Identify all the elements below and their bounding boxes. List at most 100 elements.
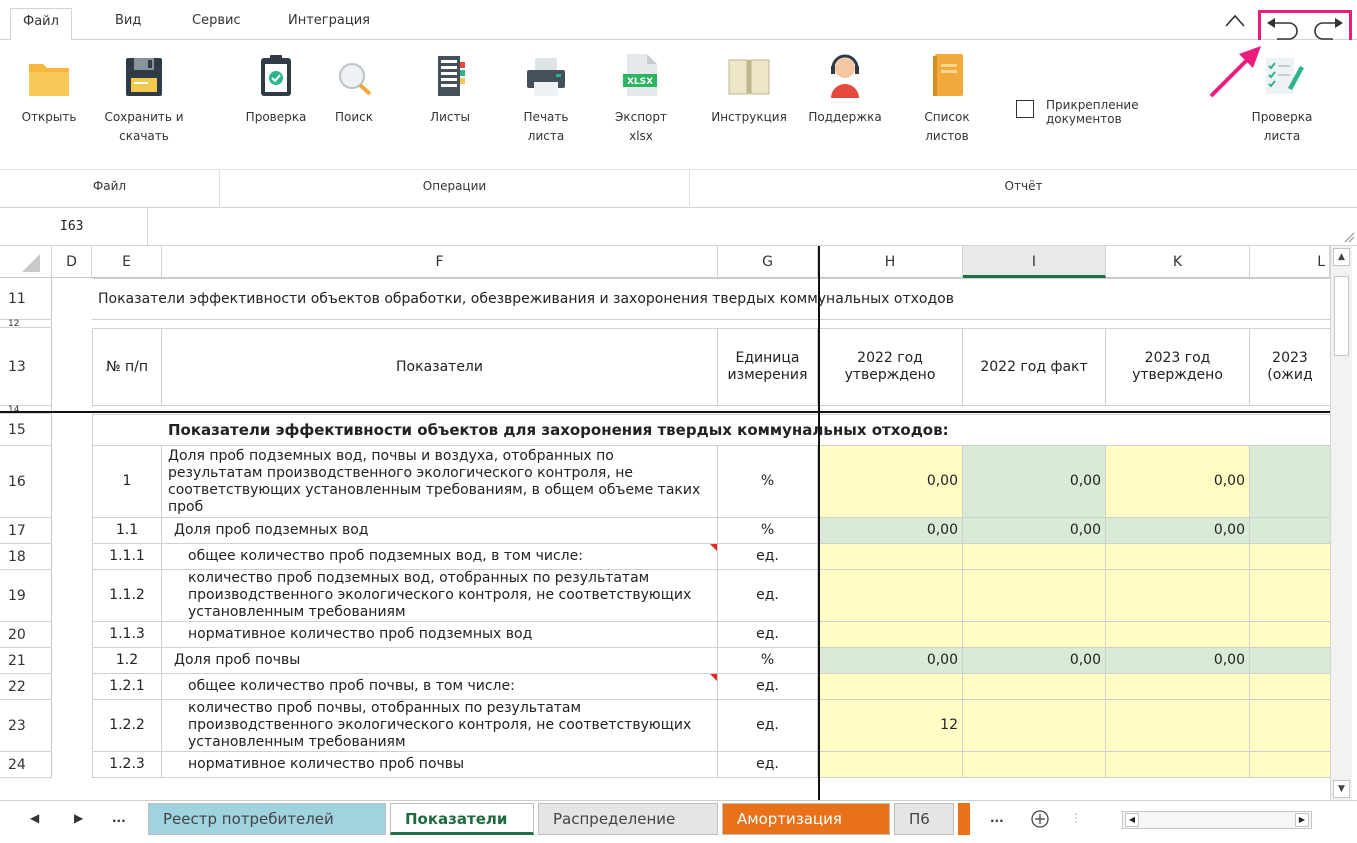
row-header[interactable]: 23 <box>0 700 52 752</box>
scrollbar-thumb[interactable] <box>1334 276 1349 356</box>
value-cell[interactable]: 0,00 <box>963 518 1106 544</box>
row-header[interactable]: 19 <box>0 570 52 622</box>
row-no-cell[interactable]: 1.2 <box>92 648 162 674</box>
unit-cell[interactable]: ед. <box>718 570 818 622</box>
search-button[interactable]: Поиск <box>324 48 384 127</box>
value-cell[interactable] <box>1106 700 1250 752</box>
add-sheet-icon[interactable] <box>1030 809 1050 829</box>
scroll-up-icon[interactable]: ▲ <box>1333 248 1350 266</box>
horizontal-scrollbar[interactable]: ◀ ▶ <box>1122 811 1312 829</box>
redo-icon[interactable] <box>1307 15 1347 41</box>
value-cell[interactable]: 0,00 <box>1106 648 1250 674</box>
attach-checkbox[interactable] <box>1016 100 1034 118</box>
vertical-scrollbar[interactable]: ▲ ▼ <box>1330 246 1352 800</box>
value-cell[interactable]: 12 <box>818 700 963 752</box>
unit-cell[interactable]: ед. <box>718 674 818 700</box>
sheet-list-button[interactable]: Список листов <box>912 48 982 146</box>
column-header-i[interactable]: I <box>963 246 1106 278</box>
row-header[interactable]: 11 <box>0 278 52 320</box>
value-cell[interactable] <box>963 544 1106 570</box>
value-cell[interactable] <box>818 674 963 700</box>
header-2023-approved-cell[interactable]: 2023 год утверждено <box>1106 328 1250 406</box>
collapse-ribbon-icon[interactable] <box>1222 8 1248 34</box>
row-header[interactable]: 22 <box>0 674 52 700</box>
unit-cell[interactable]: % <box>718 446 818 518</box>
open-button[interactable]: Открыть <box>14 48 84 127</box>
subsection-title-cell[interactable]: Показатели эффективности объектов для за… <box>162 414 1330 446</box>
unit-cell[interactable]: ед. <box>718 700 818 752</box>
row-no-cell[interactable]: 1 <box>92 446 162 518</box>
value-cell[interactable] <box>963 622 1106 648</box>
value-cell[interactable]: 0,00 <box>818 446 963 518</box>
save-download-button[interactable]: Сохранить и скачать <box>104 48 184 146</box>
indicator-cell[interactable]: нормативное количество проб подземных во… <box>162 622 718 648</box>
column-header-k[interactable]: K <box>1106 246 1250 278</box>
indicator-cell[interactable]: Доля проб подземных вод <box>162 518 718 544</box>
comment-marker-icon[interactable] <box>710 544 717 551</box>
column-header-d[interactable]: D <box>52 246 92 278</box>
row-header[interactable]: 24 <box>0 752 52 778</box>
print-sheet-button[interactable]: Печать листа <box>516 48 576 146</box>
header-no-cell[interactable]: № п/п <box>92 328 162 406</box>
value-cell[interactable] <box>1250 648 1330 674</box>
column-header-f[interactable]: F <box>162 246 718 278</box>
value-cell[interactable] <box>818 544 963 570</box>
row-no-cell[interactable]: 1.2.2 <box>92 700 162 752</box>
value-cell[interactable]: 0,00 <box>963 648 1106 674</box>
value-cell[interactable] <box>963 700 1106 752</box>
formula-input[interactable] <box>150 208 1350 246</box>
value-cell[interactable] <box>1106 570 1250 622</box>
scroll-left-icon[interactable]: ◀ <box>1125 813 1139 827</box>
resize-handle-icon[interactable] <box>1343 231 1355 243</box>
value-cell[interactable] <box>818 622 963 648</box>
value-cell[interactable] <box>1106 752 1250 778</box>
undo-icon[interactable] <box>1263 15 1303 41</box>
value-cell[interactable] <box>818 752 963 778</box>
scroll-right-icon[interactable]: ▶ <box>1295 813 1309 827</box>
sheet-tab-consumers[interactable]: Реестр потребителей <box>148 803 386 835</box>
value-cell[interactable] <box>1250 544 1330 570</box>
value-cell[interactable] <box>1250 518 1330 544</box>
indicator-cell[interactable]: Доля проб подземных вод, почвы и воздуха… <box>162 446 718 518</box>
value-cell[interactable] <box>818 570 963 622</box>
header-2022-actual-cell[interactable]: 2022 год факт <box>963 328 1106 406</box>
scroll-down-icon[interactable]: ▼ <box>1333 780 1350 798</box>
row-no-cell[interactable]: 1.2.1 <box>92 674 162 700</box>
value-cell[interactable] <box>1250 446 1330 518</box>
row-header[interactable]: 17 <box>0 518 52 544</box>
value-cell[interactable] <box>1250 700 1330 752</box>
row-header[interactable]: 13 <box>0 328 52 406</box>
column-header-g[interactable]: G <box>718 246 818 278</box>
indicator-cell[interactable]: количество проб подземных вод, отобранны… <box>162 570 718 622</box>
section-title-cell[interactable]: Показатели эффективности объектов обрабо… <box>92 278 1330 320</box>
blank-cell[interactable] <box>92 414 162 446</box>
support-button[interactable]: Поддержка <box>805 48 885 127</box>
value-cell[interactable] <box>963 570 1106 622</box>
spreadsheet-grid[interactable]: D E F G H I K L 11 Показатели эффективно… <box>0 246 1330 800</box>
row-header[interactable]: 21 <box>0 648 52 674</box>
row-no-cell[interactable]: 1.1.1 <box>92 544 162 570</box>
column-header-l[interactable]: L <box>1250 246 1330 278</box>
indicator-cell[interactable]: количество проб почвы, отобранных по рез… <box>162 700 718 752</box>
sheets-button[interactable]: Листы <box>420 48 480 127</box>
more-sheets-left-button[interactable]: ... <box>112 811 126 825</box>
sheet-tab-hidden[interactable] <box>958 803 970 835</box>
value-cell[interactable] <box>1106 544 1250 570</box>
check-button[interactable]: Проверка <box>238 48 314 127</box>
value-cell[interactable] <box>1250 570 1330 622</box>
value-cell[interactable] <box>1250 622 1330 648</box>
indicator-cell[interactable]: общее количество проб подземных вод, в т… <box>162 544 718 570</box>
sheet-tab-p6[interactable]: П6 <box>894 803 954 835</box>
tab-service[interactable]: Сервис <box>180 8 253 40</box>
value-cell[interactable] <box>963 752 1106 778</box>
unit-cell[interactable]: % <box>718 648 818 674</box>
value-cell[interactable]: 0,00 <box>963 446 1106 518</box>
next-sheet-icon[interactable]: ▶ <box>74 811 83 825</box>
prev-sheet-icon[interactable]: ◀ <box>30 811 39 825</box>
comment-marker-icon[interactable] <box>710 674 717 681</box>
row-header[interactable]: 16 <box>0 446 52 518</box>
row-header[interactable]: 12 <box>0 319 52 329</box>
unit-cell[interactable]: ед. <box>718 752 818 778</box>
manual-button[interactable]: Инструкция <box>704 48 794 127</box>
sheet-tab-indicators[interactable]: Показатели <box>390 803 534 835</box>
